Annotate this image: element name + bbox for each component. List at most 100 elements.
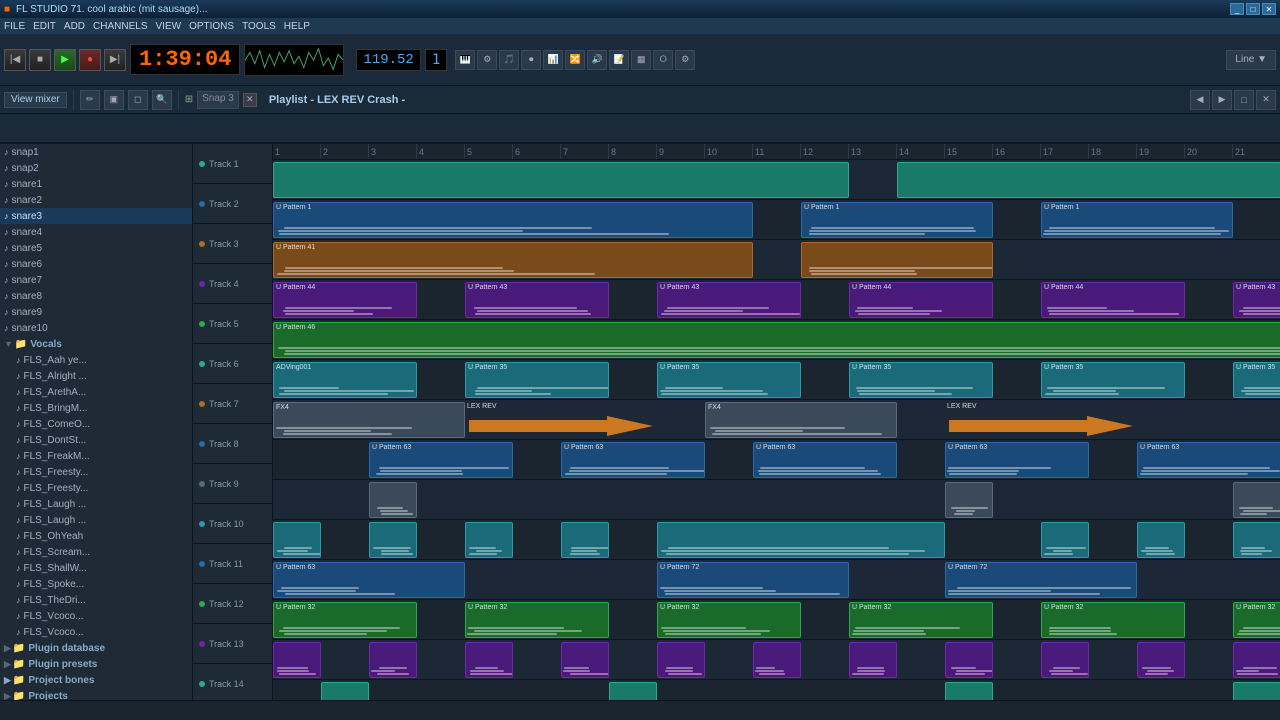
browser-item-snare1[interactable]: ♪snare1 [0, 176, 192, 192]
browser-item-flsspoke[interactable]: ♪FLS_Spoke... [0, 576, 192, 592]
stop-btn[interactable]: ■ [29, 49, 51, 71]
pattern-block-t12-2[interactable]: U Pattern 32 [657, 602, 801, 638]
next-btn[interactable]: ▶| [104, 49, 126, 71]
track-row-14[interactable] [273, 680, 1280, 700]
browser-item-snap1[interactable]: ♪snap1 [0, 144, 192, 160]
tool-erase[interactable]: ◻ [128, 90, 148, 110]
pattern-block-t14-2[interactable] [945, 682, 993, 700]
tb-icon-4[interactable]: ⏺ [521, 50, 541, 70]
tool-zoom[interactable]: 🔍 [152, 90, 172, 110]
browser-item-flsvcoco[interactable]: ♪FLS_Vcoco... [0, 608, 192, 624]
pattern-block-t6-0[interactable]: ADVing001 [273, 362, 417, 398]
track-row-12[interactable]: U Pattern 32 U Pattern 32 U Pattern 32 U Pa… [273, 600, 1280, 640]
pattern-block-t10-5[interactable] [1041, 522, 1089, 558]
track-label-2[interactable]: Track 2 [193, 184, 272, 224]
browser-item-snare10[interactable]: ♪snare10 [0, 320, 192, 336]
browser-item-flsshallw[interactable]: ♪FLS_ShallW... [0, 560, 192, 576]
pattern-block-t10-2[interactable] [465, 522, 513, 558]
playlist-icon-2[interactable]: ▶ [1212, 90, 1232, 110]
pattern-block-t6-5[interactable]: U Pattern 35 [1233, 362, 1280, 398]
menu-file[interactable]: FILE [4, 21, 25, 32]
menu-channels[interactable]: CHANNELS [93, 21, 147, 32]
pattern-block-t12-4[interactable]: U Pattern 32 [1041, 602, 1185, 638]
tb-icon-3[interactable]: 🎵 [499, 50, 519, 70]
pattern-block-t13-6[interactable] [849, 642, 897, 678]
pattern-block-t8-1[interactable]: U Pattern 63 [561, 442, 705, 478]
browser-item-flsdontst[interactable]: ♪FLS_DontSt... [0, 432, 192, 448]
pattern-block-t13-7[interactable] [945, 642, 993, 678]
track-label-10[interactable]: Track 10 [193, 504, 272, 544]
track-label-6[interactable]: Track 6 [193, 344, 272, 384]
pattern-block-t1-1[interactable] [897, 162, 1280, 198]
browser-item-flsthedri[interactable]: ♪FLS_TheDri... [0, 592, 192, 608]
minimize-btn[interactable]: _ [1230, 3, 1244, 15]
tb-icon-10[interactable]: ⭘ [653, 50, 673, 70]
browser-item-snare4[interactable]: ♪snare4 [0, 224, 192, 240]
pattern-block-t3-0[interactable]: U Pattern 41 [273, 242, 753, 278]
pattern-block-t10-4[interactable] [657, 522, 945, 558]
pattern-block-t4-4[interactable]: U Pattern 44 [1041, 282, 1185, 318]
pattern-block-t7-2[interactable]: FX4 [705, 402, 897, 438]
browser-item-snap2[interactable]: ♪snap2 [0, 160, 192, 176]
pattern-block-t10-7[interactable] [1233, 522, 1280, 558]
tb-icon-8[interactable]: 📝 [609, 50, 629, 70]
pattern-block-t13-8[interactable] [1041, 642, 1089, 678]
browser-item-snare6[interactable]: ♪snare6 [0, 256, 192, 272]
menu-edit[interactable]: EDIT [33, 21, 56, 32]
browser-item-snare7[interactable]: ♪snare7 [0, 272, 192, 288]
pattern-block-t6-4[interactable]: U Pattern 35 [1041, 362, 1185, 398]
track-row-13[interactable] [273, 640, 1280, 680]
browser-item-snare2[interactable]: ♪snare2 [0, 192, 192, 208]
track-label-11[interactable]: Track 11 [193, 544, 272, 584]
line-dropdown[interactable]: Line ▼ [1226, 50, 1276, 70]
pattern-block-t8-2[interactable]: U Pattern 63 [753, 442, 897, 478]
pattern-block-t7-1[interactable]: LEX REV [465, 402, 657, 438]
tool-select[interactable]: ▣ [104, 90, 124, 110]
browser-item-flscomeo[interactable]: ♪FLS_ComeO... [0, 416, 192, 432]
tb-icon-9[interactable]: ▦ [631, 50, 651, 70]
track-row-1[interactable]: Pattern 42 [273, 160, 1280, 200]
pattern-block-t4-3[interactable]: U Pattern 44 [849, 282, 993, 318]
pattern-block-t12-0[interactable]: U Pattern 32 [273, 602, 417, 638]
pattern-block-t11-2[interactable]: U Pattern 72 [945, 562, 1137, 598]
pattern-block-t7-3[interactable]: LEX REV [945, 402, 1137, 438]
prev-btn[interactable]: |◀ [4, 49, 26, 71]
pattern-block-t12-5[interactable]: U Pattern 32 [1233, 602, 1280, 638]
tool-draw[interactable]: ✏ [80, 90, 100, 110]
track-label-14[interactable]: Track 14 [193, 664, 272, 700]
pattern-block-t2-2[interactable]: U Pattern 1 [1041, 202, 1233, 238]
snap-close[interactable]: ✕ [243, 93, 257, 107]
tb-icon-11[interactable]: ⚙ [675, 50, 695, 70]
playlist-icon-1[interactable]: ◀ [1190, 90, 1210, 110]
playlist-close[interactable]: ✕ [1256, 90, 1276, 110]
track-row-5[interactable]: U Pattern 46ADVing001ADVing001ADVing001 [273, 320, 1280, 360]
browser-item-snare3[interactable]: ♪snare3 [0, 208, 192, 224]
track-label-9[interactable]: Track 9 [193, 464, 272, 504]
pattern-block-t14-3[interactable] [1233, 682, 1280, 700]
view-mixer-btn[interactable]: View mixer [4, 92, 67, 108]
tb-icon-6[interactable]: 🔀 [565, 50, 585, 70]
tb-icon-1[interactable]: 🎹 [455, 50, 475, 70]
pattern-block-t11-0[interactable]: U Pattern 63 [273, 562, 465, 598]
pattern-block-t10-3[interactable] [561, 522, 609, 558]
pattern-block-t12-1[interactable]: U Pattern 32 [465, 602, 609, 638]
snap-value[interactable]: Snap 3 [197, 91, 239, 109]
tb-icon-5[interactable]: 📊 [543, 50, 563, 70]
browser-item-flsfreesty[interactable]: ♪FLS_Freesty... [0, 464, 192, 480]
pattern-block-t13-5[interactable] [753, 642, 801, 678]
track-row-7[interactable]: FX4LEX REVFX4LEX REVLEX REVLEX REVFX4LEX… [273, 400, 1280, 440]
track-label-13[interactable]: Track 13 [193, 624, 272, 664]
browser-item-snare8[interactable]: ♪snare8 [0, 288, 192, 304]
pattern-block-t11-1[interactable]: U Pattern 72 [657, 562, 849, 598]
track-label-7[interactable]: Track 7 [193, 384, 272, 424]
track-label-1[interactable]: Track 1 [193, 144, 272, 184]
track-row-9[interactable] [273, 480, 1280, 520]
browser-item-snare5[interactable]: ♪snare5 [0, 240, 192, 256]
pattern-block-t9-2[interactable] [1233, 482, 1280, 518]
play-btn[interactable]: ▶ [54, 49, 76, 71]
browser-item-flsalright[interactable]: ♪FLS_Alright ... [0, 368, 192, 384]
pattern-block-t8-0[interactable]: U Pattern 63 [369, 442, 513, 478]
track-label-5[interactable]: Track 5 [193, 304, 272, 344]
tb-icon-7[interactable]: 🔊 [587, 50, 607, 70]
pattern-block-t9-0[interactable] [369, 482, 417, 518]
